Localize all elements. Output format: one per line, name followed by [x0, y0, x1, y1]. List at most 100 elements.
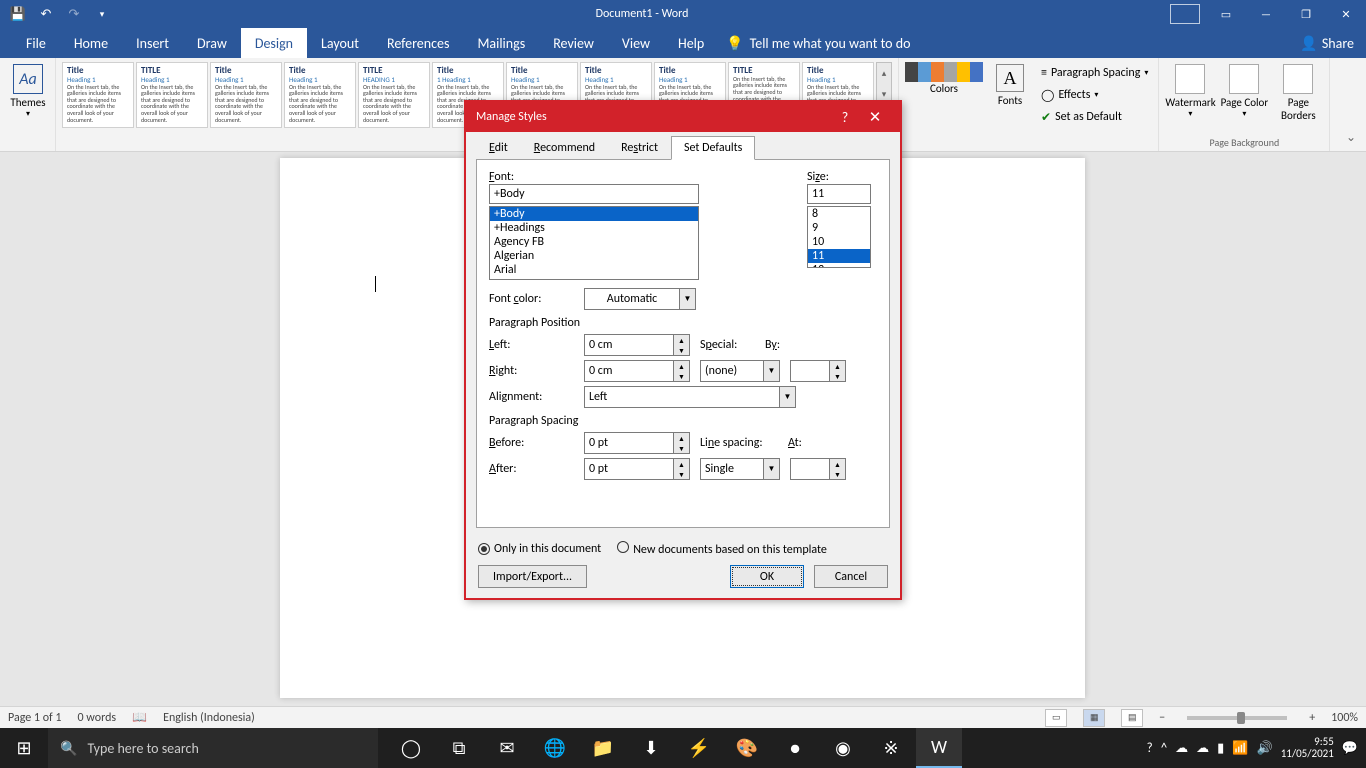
font-option[interactable]: Algerian	[490, 249, 698, 263]
slack-icon[interactable]: ※	[868, 728, 914, 768]
special-value[interactable]	[700, 360, 764, 382]
start-button[interactable]: ⊞	[0, 728, 48, 768]
ribbon-display-icon[interactable]: ▭	[1206, 0, 1246, 28]
close-button[interactable]: ✕	[1326, 0, 1366, 28]
after-value[interactable]	[584, 458, 674, 480]
font-option[interactable]: Agency FB	[490, 235, 698, 249]
page-color-button[interactable]: Page Color▾	[1219, 62, 1269, 122]
save-icon[interactable]: 💾	[6, 3, 30, 25]
onedrive-tray-icon[interactable]: ☁	[1175, 741, 1188, 756]
zoom-slider[interactable]	[1187, 716, 1287, 720]
clock[interactable]: 9:55 11/05/2021	[1281, 736, 1334, 760]
at-value[interactable]	[790, 458, 830, 480]
edge-icon[interactable]: 🌐	[532, 728, 578, 768]
font-listbox[interactable]: +Body+HeadingsAgency FBAlgerianArial	[489, 206, 699, 280]
by-spinner[interactable]: ▲▼	[790, 360, 846, 382]
themes-button[interactable]: Aa Themes ▾	[6, 62, 50, 119]
language-indicator[interactable]: English (Indonesia)	[163, 711, 255, 725]
weather-tray-icon[interactable]: ☁	[1196, 741, 1209, 756]
undo-icon[interactable]: ↶	[34, 3, 58, 25]
notifications-tray-icon[interactable]: 💬	[1342, 741, 1358, 756]
print-layout-button[interactable]: ▦	[1083, 709, 1105, 727]
font-color-value[interactable]	[584, 288, 680, 310]
qat-customize-icon[interactable]: ▾	[90, 3, 114, 25]
after-spinner[interactable]: ▲▼	[584, 458, 690, 480]
overflow-tray-icon[interactable]: ^	[1161, 741, 1167, 756]
fonts-button[interactable]: A Fonts	[989, 62, 1031, 128]
size-option[interactable]: 8	[808, 207, 870, 221]
tab-references[interactable]: References	[373, 28, 463, 58]
colors-button[interactable]: Colors	[905, 62, 983, 128]
page-borders-button[interactable]: Page Borders	[1273, 62, 1323, 122]
share-button[interactable]: 👤 Share	[1300, 28, 1354, 58]
paint-icon[interactable]: 🎨	[724, 728, 770, 768]
at-spinner[interactable]: ▲▼	[790, 458, 846, 480]
redo-icon[interactable]: ↷	[62, 3, 86, 25]
help-tray-icon[interactable]: ?	[1147, 741, 1153, 756]
line-spacing-combo[interactable]: ▼	[700, 458, 780, 480]
tab-layout[interactable]: Layout	[307, 28, 373, 58]
tell-me-search[interactable]: 💡 Tell me what you want to do	[726, 28, 910, 58]
volume-tray-icon[interactable]: 🔊	[1257, 741, 1273, 756]
zoom-out-button[interactable]: −	[1159, 711, 1165, 725]
word-count[interactable]: 0 words	[78, 711, 117, 725]
tab-insert[interactable]: Insert	[122, 28, 183, 58]
by-value[interactable]	[790, 360, 830, 382]
chevron-down-icon[interactable]: ▼	[764, 360, 780, 382]
read-mode-button[interactable]: ▭	[1045, 709, 1067, 727]
paragraph-spacing-button[interactable]: ≡Paragraph Spacing▾	[1037, 62, 1152, 84]
dialog-close-button[interactable]: ✕	[860, 108, 890, 127]
app-icon[interactable]: ⚡	[676, 728, 722, 768]
chevron-down-icon[interactable]: ▼	[780, 386, 796, 408]
style-set-thumb[interactable]: TitleHeading 1On the Insert tab, the gal…	[210, 62, 282, 128]
explorer-icon[interactable]: 📁	[580, 728, 626, 768]
font-option[interactable]: +Body	[490, 207, 698, 221]
zoom-level[interactable]: 100%	[1331, 711, 1358, 725]
size-option[interactable]: 11	[808, 249, 870, 263]
dialog-tab-set-defaults[interactable]: Set Defaults	[671, 136, 755, 160]
battery-tray-icon[interactable]: ▮	[1217, 741, 1224, 756]
dialog-tab-recommend[interactable]: Recommend	[521, 136, 608, 160]
minimize-button[interactable]: —	[1246, 0, 1286, 28]
page-indicator[interactable]: Page 1 of 1	[8, 711, 62, 725]
size-option[interactable]: 12	[808, 263, 870, 268]
tab-file[interactable]: File	[12, 28, 60, 58]
font-option[interactable]: Arial	[490, 263, 698, 277]
dialog-tab-edit[interactable]: Edit	[476, 136, 521, 160]
style-set-thumb[interactable]: TITLEHeading 1On the Insert tab, the gal…	[136, 62, 208, 128]
ok-button[interactable]: OK	[730, 565, 804, 588]
tab-help[interactable]: Help	[664, 28, 718, 58]
chrome-icon[interactable]: ◉	[820, 728, 866, 768]
spotify-icon[interactable]: ●	[772, 728, 818, 768]
style-set-thumb[interactable]: TitleHeading 1On the Insert tab, the gal…	[62, 62, 134, 128]
task-view-icon[interactable]: ⧉	[436, 728, 482, 768]
spellcheck-icon[interactable]: 📖	[132, 710, 147, 725]
effects-button[interactable]: ◯Effects▾	[1037, 84, 1152, 106]
tab-view[interactable]: View	[608, 28, 664, 58]
special-combo[interactable]: ▼	[700, 360, 780, 382]
left-spinner[interactable]: ▲▼	[584, 334, 690, 356]
chevron-down-icon[interactable]: ▼	[680, 288, 696, 310]
dialog-help-button[interactable]: ?	[830, 109, 860, 126]
font-option[interactable]: +Headings	[490, 221, 698, 235]
dialog-tab-restrict[interactable]: Restrict	[608, 136, 671, 160]
wifi-tray-icon[interactable]: 📶	[1232, 741, 1248, 756]
tab-mailings[interactable]: Mailings	[463, 28, 539, 58]
right-value[interactable]	[584, 360, 674, 382]
tab-draw[interactable]: Draw	[183, 28, 241, 58]
web-layout-button[interactable]: ▤	[1121, 709, 1143, 727]
cancel-button[interactable]: Cancel	[814, 565, 888, 588]
size-option[interactable]: 9	[808, 221, 870, 235]
size-input[interactable]	[807, 184, 871, 204]
only-this-document-radio[interactable]: Only in this document	[478, 542, 601, 556]
alignment-combo[interactable]: ▼	[584, 386, 796, 408]
zoom-in-button[interactable]: +	[1309, 711, 1315, 725]
collapse-ribbon-icon[interactable]: ⌄	[1336, 58, 1366, 151]
tab-design[interactable]: Design	[241, 28, 307, 58]
line-spacing-value[interactable]	[700, 458, 764, 480]
font-color-combo[interactable]: ▼	[584, 288, 696, 310]
import-export-button[interactable]: Import/Export...	[478, 565, 587, 588]
account-icon[interactable]	[1170, 4, 1200, 24]
tab-home[interactable]: Home	[60, 28, 122, 58]
set-as-default-button[interactable]: ✔Set as Default	[1037, 106, 1152, 128]
